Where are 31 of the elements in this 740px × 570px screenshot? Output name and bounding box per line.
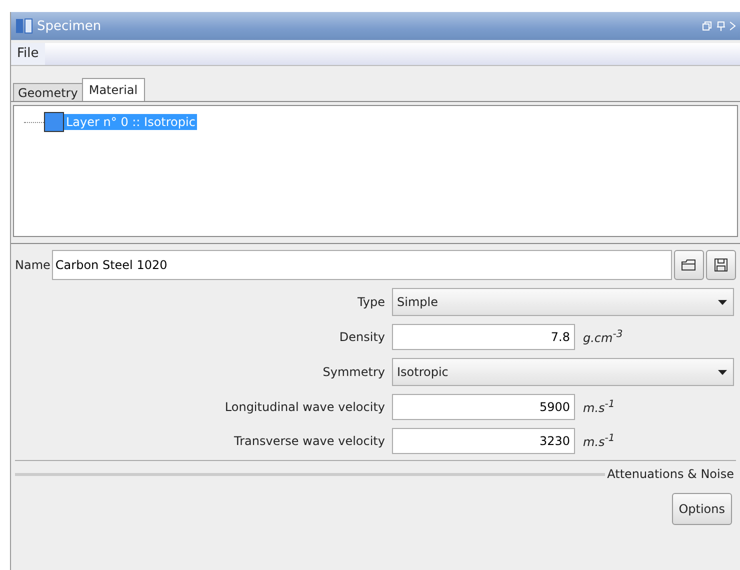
dropdown[interactable]: Simple <box>392 288 734 316</box>
dropdown-arrow-icon <box>718 370 727 374</box>
book-icon <box>15 18 33 34</box>
field-label: Transverse wave velocity <box>233 434 385 448</box>
options-button[interactable]: Options <box>672 493 732 525</box>
number-field[interactable]: 7.8 <box>392 324 575 350</box>
dropdown-arrow-icon <box>718 300 727 304</box>
number-field[interactable]: 5900 <box>392 394 575 420</box>
pin-icon[interactable] <box>716 21 726 31</box>
unit-label: m.s$^{-1}$ <box>583 399 615 415</box>
field-label: Density <box>338 330 385 344</box>
window-title: Specimen <box>37 18 102 34</box>
field-label: Name <box>15 258 50 272</box>
tab[interactable]: Geometry <box>13 83 83 101</box>
unit-label: m.s$^{-1}$ <box>583 433 615 449</box>
restore-icon[interactable] <box>702 21 712 31</box>
open-button[interactable] <box>674 250 704 280</box>
tab[interactable]: Material <box>82 78 145 101</box>
unit-label: g.cm$^{-3}$ <box>583 329 623 345</box>
close-icon[interactable] <box>730 21 736 31</box>
menu-item[interactable]: File <box>11 43 45 65</box>
name-field[interactable]: Carbon Steel 1020 <box>52 250 672 280</box>
save-button[interactable] <box>706 250 736 280</box>
section-title: Attenuations & Noise <box>606 467 735 481</box>
field-label: Symmetry <box>322 365 385 379</box>
folder-icon <box>681 259 697 271</box>
dropdown[interactable]: Isotropic <box>392 358 734 386</box>
layer-swatch-icon <box>44 112 64 132</box>
field-label: Longitudinal wave velocity <box>224 400 385 414</box>
number-field[interactable]: 3230 <box>392 428 575 454</box>
field-label: Type <box>356 295 385 309</box>
